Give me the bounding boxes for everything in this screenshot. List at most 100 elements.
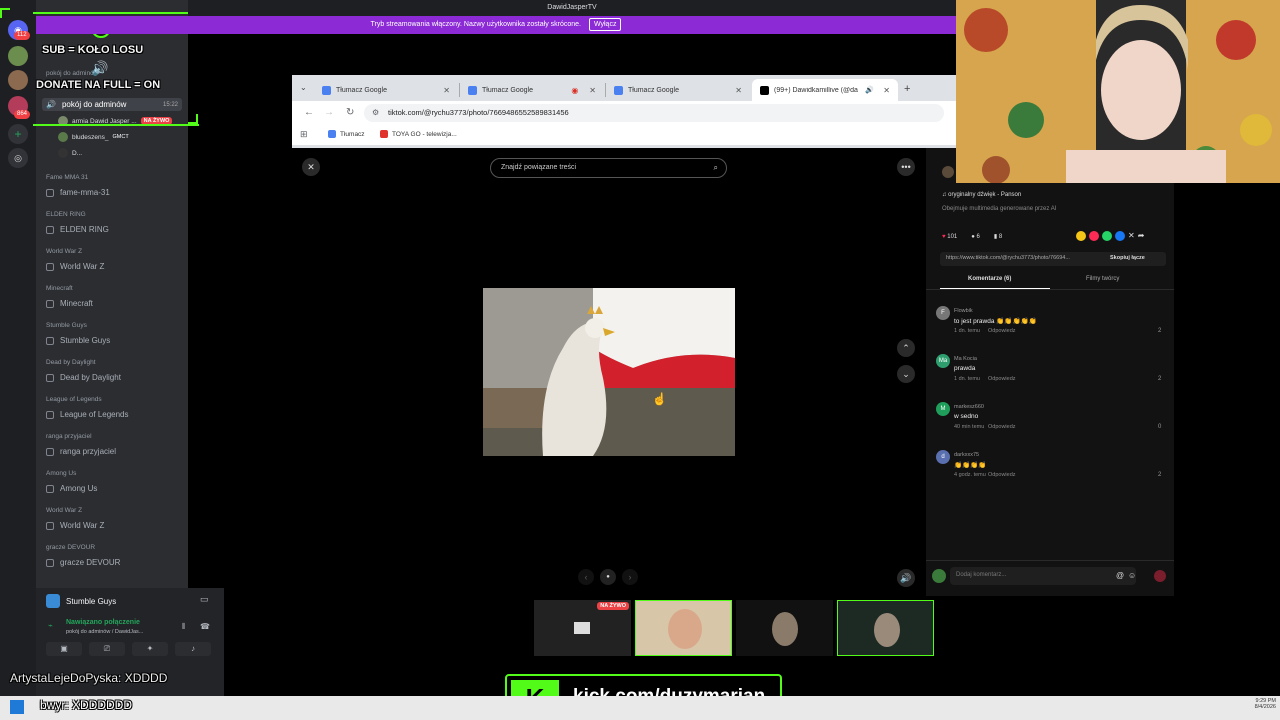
- clock[interactable]: 9:29 PM 8/4/2026: [1244, 698, 1276, 710]
- forward-icon[interactable]: →: [324, 107, 334, 118]
- browser-tab[interactable]: Tłumacz Google ✕: [314, 79, 458, 101]
- activity-status[interactable]: Stumble Guys: [46, 594, 116, 608]
- camera-thumbnail[interactable]: [736, 600, 833, 656]
- channel-item[interactable]: gracze DEVOUR: [46, 558, 120, 567]
- channel-category[interactable]: League of Legends: [46, 396, 102, 403]
- avatar[interactable]: [942, 166, 954, 178]
- channel-category[interactable]: Stumble Guys: [46, 322, 87, 329]
- explore-icon[interactable]: ◎: [8, 148, 28, 168]
- browser-tab[interactable]: Tłumacz Google ✕: [606, 79, 750, 101]
- reply-button[interactable]: Odpowiedz: [988, 376, 1016, 382]
- reload-icon[interactable]: ↻: [346, 107, 354, 118]
- channel-item[interactable]: Stumble Guys: [46, 336, 110, 345]
- disconnect-icon[interactable]: ☎: [200, 622, 210, 631]
- copy-link-button[interactable]: Skopiuj łącze: [1110, 255, 1145, 261]
- prev-image-button[interactable]: ‹: [578, 569, 594, 585]
- forward-share-icon[interactable]: ➦: [1138, 231, 1145, 241]
- send-button[interactable]: [1154, 570, 1166, 582]
- more-options-button[interactable]: •••: [897, 158, 915, 176]
- back-icon[interactable]: ←: [304, 107, 314, 118]
- soundboard-button[interactable]: ♪: [175, 642, 211, 656]
- comment-username[interactable]: markesz660: [954, 404, 984, 410]
- comment-avatar[interactable]: F: [936, 306, 950, 320]
- browser-tab[interactable]: Tłumacz Google ◉ ✕: [460, 79, 604, 101]
- stream-thumbnail[interactable]: NA ŻYWO: [534, 600, 631, 656]
- comment-like-count[interactable]: 2: [1158, 328, 1161, 334]
- channel-category[interactable]: World War Z: [46, 507, 82, 514]
- tab-comments[interactable]: Komentarze (6): [968, 276, 1011, 282]
- channel-item[interactable]: Among Us: [46, 484, 97, 493]
- browser-tab-active[interactable]: (99+) Dawidkamillive (@da 🔊 ✕: [752, 79, 898, 101]
- comment-like-count[interactable]: 2: [1158, 376, 1161, 382]
- channel-item[interactable]: fame-mma-31: [46, 188, 110, 197]
- channel-category[interactable]: World War Z: [46, 248, 82, 255]
- channel-category[interactable]: ELDEN RING: [46, 211, 86, 218]
- activities-button[interactable]: ✦: [132, 642, 168, 656]
- comment-like-count[interactable]: 0: [1158, 424, 1161, 430]
- comment-username[interactable]: darkxxx75: [954, 452, 979, 458]
- like-button[interactable]: ♥ 101: [942, 234, 957, 240]
- comment-avatar[interactable]: Ma: [936, 354, 950, 368]
- save-button[interactable]: ▮ 8: [994, 233, 1002, 240]
- channel-category[interactable]: Minecraft: [46, 285, 73, 292]
- reply-button[interactable]: Odpowiedz: [988, 472, 1016, 478]
- site-info-icon[interactable]: ⚙: [372, 104, 379, 122]
- channel-item[interactable]: Dead by Daylight: [46, 373, 121, 382]
- channel-category[interactable]: ranga przyjaciel: [46, 433, 92, 440]
- previous-post-button[interactable]: ⌃: [897, 339, 915, 357]
- comment-like-count[interactable]: 2: [1158, 472, 1161, 478]
- channel-item[interactable]: ranga przyjaciel: [46, 447, 116, 456]
- search-icon[interactable]: ⌕: [714, 159, 718, 177]
- url-bar[interactable]: ⚙ tiktok.com/@rychu3773/photo/7669486552…: [364, 104, 944, 122]
- tab-creator-videos[interactable]: Filmy twórcy: [1086, 276, 1119, 282]
- close-icon[interactable]: ✕: [443, 86, 450, 95]
- channel-category[interactable]: Dead by Daylight: [46, 359, 96, 366]
- disable-streamer-mode-button[interactable]: Wyłącz: [588, 18, 622, 31]
- facebook-icon[interactable]: [1115, 231, 1125, 241]
- channel-category[interactable]: Fame MMA 31: [46, 174, 88, 181]
- comment-button[interactable]: ● 6: [971, 234, 980, 240]
- sound-label[interactable]: ♫ oryginalny dźwięk - Panson: [942, 192, 1021, 198]
- new-tab-button[interactable]: +: [904, 83, 910, 95]
- close-icon[interactable]: ✕: [883, 86, 890, 95]
- share-icon[interactable]: [1076, 231, 1086, 241]
- bookmark[interactable]: TOYA GO - telewizja...: [380, 130, 457, 138]
- comment-avatar[interactable]: M: [936, 402, 950, 416]
- tab-search-icon[interactable]: ⌄: [300, 83, 307, 92]
- reply-button[interactable]: Odpowiedz: [988, 328, 1016, 334]
- comment-username[interactable]: Ma Kocia: [954, 356, 977, 362]
- camera-thumbnail[interactable]: [837, 600, 934, 656]
- close-icon[interactable]: ✕: [589, 86, 596, 95]
- whatsapp-icon[interactable]: [1102, 231, 1112, 241]
- channel-item[interactable]: Minecraft: [46, 299, 93, 308]
- add-server-icon[interactable]: +: [8, 124, 28, 144]
- channel-item[interactable]: ELDEN RING: [46, 225, 109, 234]
- voice-user[interactable]: bludeszens_ GMCT: [58, 132, 129, 142]
- channel-category[interactable]: Among Us: [46, 470, 76, 477]
- camera-button[interactable]: ▣: [46, 642, 82, 656]
- share-icon[interactable]: [1089, 231, 1099, 241]
- server-icon[interactable]: [8, 46, 28, 66]
- comment-input[interactable]: Dodaj komentarz... @ ☺: [950, 567, 1136, 585]
- apps-icon[interactable]: ⊞: [300, 129, 308, 140]
- audio-icon[interactable]: 🔊: [865, 86, 874, 94]
- close-icon[interactable]: ✕: [735, 86, 742, 95]
- screen-share-icon[interactable]: ▭: [200, 594, 209, 605]
- channel-category[interactable]: gracze DEVOUR: [46, 544, 95, 551]
- next-image-button[interactable]: ›: [622, 569, 638, 585]
- reply-button[interactable]: Odpowiedz: [988, 424, 1016, 430]
- voice-user[interactable]: D...: [58, 148, 82, 158]
- close-viewer-button[interactable]: ✕: [302, 158, 320, 176]
- noise-icon[interactable]: ⦀: [182, 622, 186, 632]
- x-icon[interactable]: ✕: [1128, 231, 1135, 241]
- comment-username[interactable]: Flowbik: [954, 308, 973, 314]
- channel-item[interactable]: World War Z: [46, 521, 104, 530]
- camera-thumbnail[interactable]: [635, 600, 732, 656]
- related-search-input[interactable]: Znajdź powiązane treści ⌕: [490, 158, 727, 178]
- start-icon[interactable]: [10, 700, 24, 714]
- channel-item[interactable]: League of Legends: [46, 410, 129, 419]
- bookmark[interactable]: Tłumacz: [328, 130, 365, 138]
- server-icon[interactable]: [8, 70, 28, 90]
- mention-icon[interactable]: @: [1116, 571, 1124, 580]
- share-screen-button[interactable]: ⎚: [89, 642, 125, 656]
